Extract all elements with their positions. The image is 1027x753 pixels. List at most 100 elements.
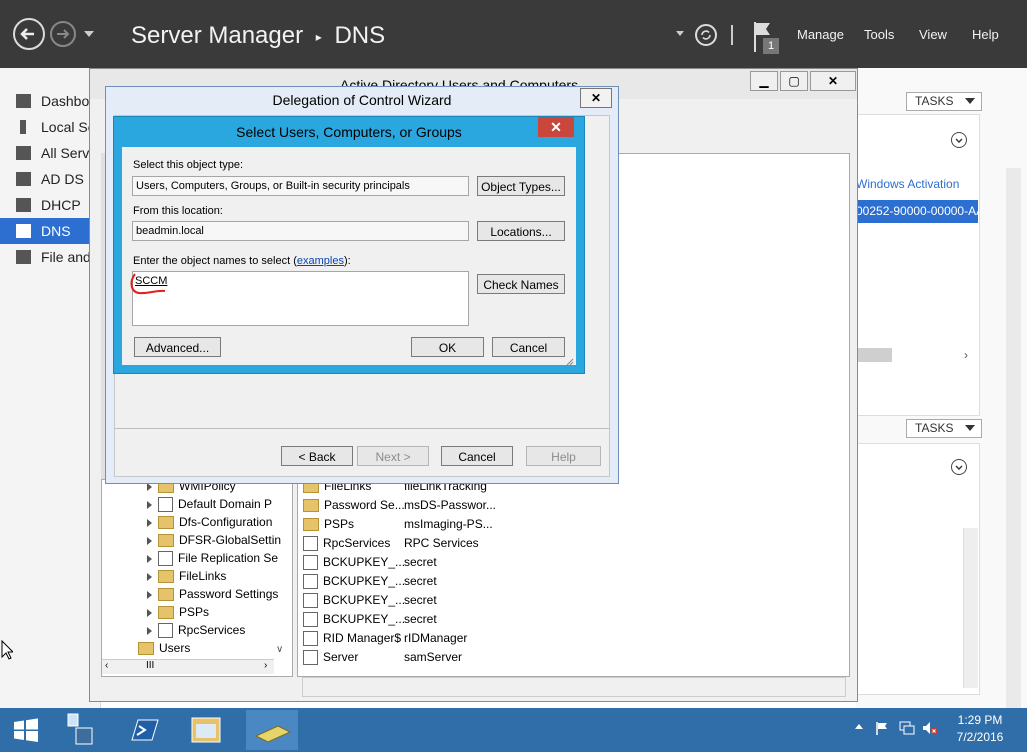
minimize-button[interactable]: ▁ — [750, 71, 778, 91]
sidebar-item-dashboard[interactable]: Dashboard — [0, 88, 110, 114]
mouse-cursor-icon — [1, 639, 15, 660]
select-cancel-button[interactable]: Cancel — [492, 337, 565, 357]
page-scrollbar[interactable] — [1006, 168, 1021, 748]
examples-link[interactable]: examples — [297, 255, 344, 267]
close-button[interactable]: ✕ — [810, 71, 856, 91]
file-storage-icon — [16, 250, 31, 264]
sidebar-item-ad-ds[interactable]: AD DS — [0, 166, 100, 192]
status-bar — [302, 677, 846, 697]
server-manager-taskbar-icon[interactable] — [54, 710, 106, 750]
sidebar-item-all-servers[interactable]: All Servers — [0, 140, 109, 166]
tree-item[interactable]: Default Domain P — [147, 497, 272, 513]
wizard-close-button[interactable]: ✕ — [580, 88, 612, 108]
tree-item[interactable]: Users — [138, 641, 190, 656]
windows-activation-link[interactable]: Windows Activation — [856, 177, 959, 191]
tile-scrollbar[interactable] — [963, 528, 978, 688]
list-item[interactable]: PSPs msImaging-PS... — [303, 517, 493, 532]
powershell-taskbar-icon[interactable] — [118, 710, 170, 750]
list-item[interactable]: BCKUPKEY_... secret — [303, 612, 437, 628]
object-types-button[interactable]: Object Types... — [477, 176, 565, 196]
start-button[interactable] — [0, 710, 52, 750]
network-icon[interactable] — [899, 721, 915, 735]
page-title: Server Manager ▸ DNS — [131, 22, 386, 49]
wizard-cancel-button[interactable]: Cancel — [441, 446, 513, 466]
rpc-icon — [303, 536, 318, 552]
show-hidden-icons-icon[interactable] — [855, 724, 863, 729]
menu-view[interactable]: View — [919, 27, 947, 42]
tree-item[interactable]: Password Settings — [147, 587, 278, 602]
object-list: FileLinks fileLinkTracking Password Se...… — [303, 479, 603, 669]
local-server-icon — [20, 120, 26, 134]
notification-count-badge: 1 — [763, 38, 779, 54]
tree-item[interactable]: FileLinks — [147, 569, 226, 584]
select-users-dialog: Select Users, Computers, or Groups ✕ Sel… — [113, 116, 585, 374]
notifications-flag-icon[interactable]: 1 — [752, 20, 780, 54]
tasks-dropdown-bottom[interactable]: TASKS — [906, 419, 982, 438]
nav-history-dropdown-icon[interactable] — [84, 31, 94, 37]
policy-icon — [158, 497, 173, 513]
volume-muted-icon[interactable] — [922, 721, 938, 735]
resize-grip-icon[interactable] — [566, 355, 574, 366]
list-item[interactable]: RpcServices RPC Services — [303, 536, 479, 552]
wizard-divider — [115, 428, 609, 429]
select-dialog-close-button[interactable]: ✕ — [538, 117, 574, 137]
help-button[interactable]: Help — [526, 446, 601, 466]
object-type-label: Select this object type: — [133, 159, 244, 171]
location-label: From this location: — [133, 205, 223, 217]
list-item[interactable]: BCKUPKEY_... secret — [303, 555, 437, 571]
services-tile — [856, 443, 980, 695]
tree-item[interactable]: Dfs-Configuration — [147, 515, 272, 530]
tree-horizontal-scrollbar[interactable]: ‹ III › — [102, 659, 274, 674]
list-item[interactable]: RID Manager$ rIDManager — [303, 631, 467, 647]
selected-row-product-id[interactable]: 00252-90000-00000-AA — [856, 200, 978, 223]
file-explorer-taskbar-icon[interactable] — [180, 710, 232, 750]
back-nav-icon[interactable] — [13, 18, 45, 50]
refresh-icon[interactable] — [695, 24, 717, 46]
tree-item[interactable]: PSPs — [147, 605, 209, 620]
dhcp-icon — [16, 198, 31, 212]
select-dialog-title: Select Users, Computers, or Groups — [236, 124, 462, 140]
list-item[interactable]: BCKUPKEY_... secret — [303, 593, 437, 609]
back-button[interactable]: < Back — [281, 446, 353, 466]
tree-item[interactable]: File Replication Se — [147, 551, 278, 567]
check-names-button[interactable]: Check Names — [477, 274, 565, 294]
sidebar-item-local-server[interactable]: Local Server — [0, 114, 120, 140]
forward-nav-icon[interactable] — [50, 21, 76, 47]
folder-icon — [158, 534, 174, 548]
secret-icon — [303, 631, 318, 647]
object-names-label: Enter the object names to select (exampl… — [133, 255, 351, 267]
tree-item[interactable]: DFSR-GlobalSettin — [147, 533, 281, 548]
sidebar-item-dns[interactable]: DNS — [0, 218, 100, 244]
list-item[interactable]: Server samServer — [303, 650, 462, 666]
scroll-right-icon[interactable]: › — [264, 660, 267, 671]
menu-help[interactable]: Help — [972, 27, 999, 42]
header-divider — [731, 25, 733, 45]
action-center-flag-icon[interactable] — [875, 721, 889, 735]
horizontal-scroll-thumb[interactable] — [856, 348, 892, 362]
ok-button[interactable]: OK — [411, 337, 484, 357]
next-button[interactable]: Next > — [357, 446, 429, 466]
advanced-button[interactable]: Advanced... — [134, 337, 221, 357]
tree-item[interactable]: RpcServices — [147, 623, 245, 639]
server-manager-sidebar: Dashboard Local Server All Servers AD DS… — [0, 68, 201, 708]
scroll-right-icon[interactable]: › — [964, 348, 968, 362]
locations-button[interactable]: Locations... — [477, 221, 565, 241]
collapse-chevron-icon-2[interactable] — [951, 459, 967, 475]
object-names-input[interactable]: SCCM — [130, 271, 469, 326]
refresh-dropdown-icon[interactable] — [676, 31, 684, 36]
collapse-chevron-icon[interactable] — [951, 132, 967, 148]
taskbar-clock[interactable]: 1:29 PM 7/2/2016 — [955, 713, 1005, 744]
aduc-taskbar-icon[interactable] — [246, 710, 298, 750]
menu-manage[interactable]: Manage — [797, 27, 844, 42]
tree-scroll-down-icon[interactable]: ∨ — [276, 644, 283, 655]
tasks-dropdown-top[interactable]: TASKS — [906, 92, 982, 111]
scroll-thumb-grip: III — [146, 660, 155, 671]
sidebar-item-file-storage[interactable]: File and Storage Services — [0, 244, 201, 270]
select-dialog-body: Select this object type: Users, Computer… — [122, 147, 576, 366]
list-item[interactable]: BCKUPKEY_... secret — [303, 574, 437, 590]
menu-tools[interactable]: Tools — [864, 27, 894, 42]
list-item[interactable]: Password Se... msDS-Passwor... — [303, 498, 496, 513]
maximize-button[interactable]: ▢ — [780, 71, 808, 91]
sidebar-item-dhcp[interactable]: DHCP — [0, 192, 100, 218]
scroll-left-icon[interactable]: ‹ — [105, 660, 108, 671]
